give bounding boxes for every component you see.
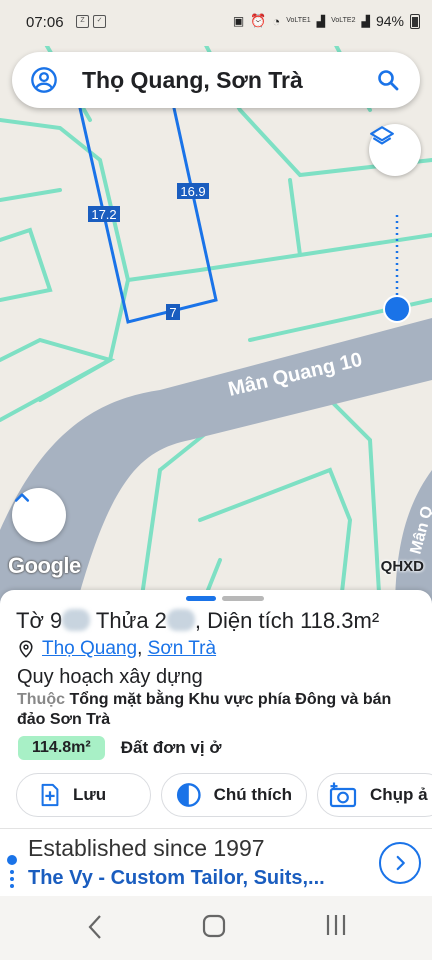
- lot-edge-label: 16.9: [177, 183, 209, 199]
- system-nav-bar: [0, 896, 432, 960]
- layers-icon: [370, 126, 394, 145]
- contrast-icon: [176, 783, 201, 807]
- chevron-up-icon: [14, 493, 30, 502]
- status-bar: 07:06 Z ✓ ▣ ⏰ ◔ VoLTE1 ▟ VoLTE2 ▟ 94%: [0, 0, 432, 46]
- redacted-mark: [166, 609, 195, 631]
- ad-banner[interactable]: Established since 1997 The Vy - Custom T…: [0, 828, 432, 896]
- checkbox-icon: ✓: [93, 15, 106, 28]
- layer-label[interactable]: QHXD: [381, 558, 424, 575]
- account-icon[interactable]: [30, 66, 58, 94]
- signal-icon-1: ▟: [316, 15, 326, 28]
- pin-icon: [19, 640, 33, 658]
- bookmark-add-icon: [41, 783, 59, 807]
- action-row: Lưu Chú thích Chụp ả: [16, 773, 432, 817]
- ad-open-button[interactable]: [379, 842, 421, 884]
- legend-button[interactable]: Chú thích: [161, 773, 307, 817]
- title-area-value: 118.3m²: [300, 608, 380, 633]
- ad-subline[interactable]: The Vy - Custom Tailor, Suits,...: [28, 867, 325, 890]
- info-icon[interactable]: [5, 853, 19, 893]
- home-icon[interactable]: [202, 914, 226, 938]
- battery-label: 94%: [375, 13, 404, 29]
- lot-edge-16-9: 16.9: [180, 184, 205, 199]
- parcel-title: Tờ 9 Thửa 2 , Diện tích 118.3m²: [16, 608, 379, 634]
- title-area-label: , Diện tích: [194, 608, 301, 633]
- search-query[interactable]: Thọ Quang, Sơn Trà: [82, 67, 303, 94]
- search-bar[interactable]: Thọ Quang, Sơn Trà: [12, 52, 420, 108]
- zalo-icon: Z: [76, 15, 89, 28]
- back-icon[interactable]: [86, 914, 104, 940]
- wifi-icon: ◔: [272, 13, 281, 29]
- location-row: Thọ Quang, Sơn Trà: [18, 638, 216, 660]
- title-parcel-number: Thửa 2: [90, 608, 167, 633]
- ward-link[interactable]: Thọ Quang: [42, 638, 137, 659]
- lot-edge-17-2: 17.2: [91, 207, 116, 222]
- clock: 07:06: [26, 14, 64, 31]
- land-type: Đất đơn vị ở: [120, 738, 222, 757]
- alarm-icon: ⏰: [250, 13, 267, 28]
- lot-edge-7: 7: [169, 305, 176, 320]
- capture-label: Chụp ả: [370, 785, 428, 804]
- redacted-mark: [62, 609, 91, 631]
- camera-add-icon: [329, 782, 357, 808]
- search-icon[interactable]: [376, 68, 400, 92]
- location-dot[interactable]: [383, 295, 411, 323]
- save-button[interactable]: Lưu: [16, 773, 151, 817]
- belong-text: Tổng mặt bằng Khu vực phía Đông và bán đ…: [17, 691, 392, 728]
- network2-label: VoLTE2: [331, 17, 356, 24]
- legend-label: Chú thích: [213, 785, 292, 804]
- ad-headline[interactable]: Established since 1997: [28, 835, 265, 862]
- layers-button[interactable]: [369, 124, 421, 176]
- lock-icon: ▣: [232, 14, 245, 28]
- network1-label: VoLTE1: [286, 17, 311, 24]
- capture-button[interactable]: Chụp ả: [317, 773, 432, 817]
- info-sheet[interactable]: Tờ 9 Thửa 2 , Diện tích 118.3m² Thọ Quang…: [0, 590, 432, 830]
- expand-up-button[interactable]: [12, 488, 66, 542]
- sheet-handle[interactable]: [186, 596, 264, 601]
- district-link[interactable]: Sơn Trà: [148, 638, 216, 659]
- lot-edge-label: 17.2: [88, 206, 120, 222]
- zoning-row: 114.8m² Đất đơn vị ở: [18, 736, 221, 760]
- location-separator: ,: [137, 638, 148, 659]
- save-label: Lưu: [73, 785, 107, 804]
- area-badge: 114.8m²: [18, 736, 105, 760]
- chevron-right-icon: [396, 855, 405, 871]
- signal-icon-2: ▟: [361, 15, 370, 28]
- google-logo: Google: [8, 553, 81, 578]
- title-sheet-number: Tờ 9: [16, 608, 63, 633]
- lot-edge-label: 7: [166, 304, 180, 320]
- recents-icon[interactable]: [325, 914, 347, 936]
- plan-heading: Quy hoạch xây dựng: [17, 666, 203, 688]
- belong-prefix: Thuộc: [17, 691, 65, 708]
- plan-description: Thuộc Tổng mặt bằng Khu vực phía Đông và…: [17, 690, 417, 730]
- battery-icon: [410, 13, 420, 29]
